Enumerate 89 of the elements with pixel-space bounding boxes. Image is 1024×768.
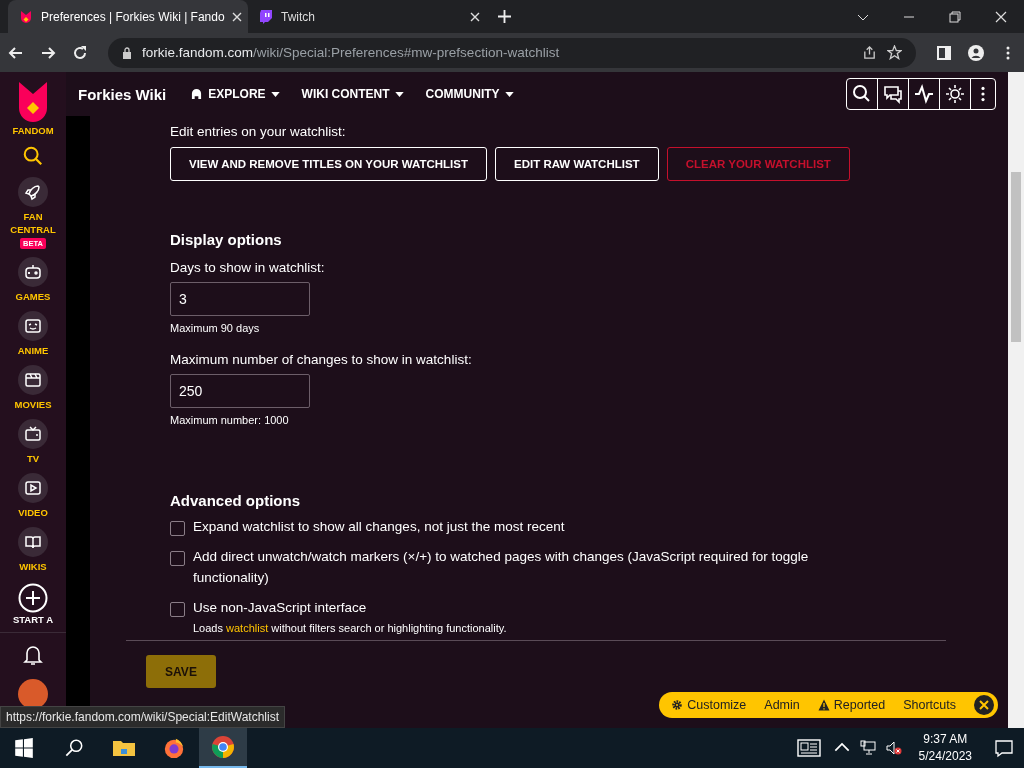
watchlist-button[interactable]: EDIT RAW WATCHLIST [495, 147, 659, 181]
field-label: Maximum number of changes to show in watchlist: [170, 352, 472, 367]
back-arrow-icon[interactable] [8, 44, 24, 61]
nav-menu[interactable]: EXPLORE [190, 87, 280, 101]
clock-time[interactable]: 9:37 AM [923, 731, 968, 748]
watchlist-link[interactable]: watchlist [226, 622, 269, 634]
browser-tab[interactable]: Preferences | Forkies Wiki | Fando [8, 0, 248, 33]
tab-title: Twitch [281, 9, 316, 24]
checkbox[interactable] [170, 521, 185, 536]
nav-menu[interactable]: COMMUNITY [425, 87, 514, 101]
plus-circle-icon[interactable] [18, 583, 48, 613]
toolbar-link[interactable]: Shortcuts [903, 698, 956, 712]
chrome-taskbar-button[interactable] [199, 728, 247, 768]
rocket-icon[interactable] [18, 177, 48, 207]
sidebar-label[interactable]: WIKIS [3, 560, 63, 573]
notification-icon[interactable] [992, 738, 1016, 758]
side-panel-icon[interactable] [936, 44, 952, 61]
network-icon[interactable] [859, 740, 876, 756]
fandom-logo-text[interactable]: FANDOM [3, 124, 63, 137]
book-icon[interactable] [18, 527, 48, 557]
forward-arrow-icon[interactable] [40, 44, 56, 61]
checkbox-label[interactable]: Expand watchlist to show all changes, not just the most recent [193, 516, 565, 537]
close-icon[interactable] [231, 11, 242, 22]
url-text: forkie.fandom.com/wiki/Special:Preferences#mw-prefsection-watchlist [142, 45, 560, 60]
number-input[interactable]: 3 [170, 282, 310, 316]
address-bar[interactable]: forkie.fandom.com/wiki/Special:Preferences#mw-prefsection-watchlist [108, 37, 916, 68]
caret-icon [394, 91, 404, 97]
clapperboard-icon[interactable] [18, 365, 48, 395]
browser-tab[interactable]: Twitch [248, 0, 488, 33]
sidebar-label[interactable]: MOVIES [3, 398, 63, 411]
save-button[interactable]: SAVE [146, 655, 216, 688]
watchlist-button[interactable]: VIEW AND REMOVE TITLES ON YOUR WATCHLIST [170, 147, 487, 181]
tv-icon[interactable] [18, 419, 48, 449]
caret-icon [504, 91, 514, 97]
nav-menu[interactable]: WIKI CONTENT [301, 87, 404, 101]
tab-title: Preferences | Forkies Wiki | Fando [41, 9, 225, 24]
star-icon[interactable] [887, 45, 902, 60]
bell-icon[interactable] [23, 643, 43, 667]
game-controller-icon [190, 88, 204, 100]
checkbox-label[interactable]: Add direct unwatch/watch markers (×/+) to watched pages with changes (JavaScript required for toggle functionality) [193, 546, 830, 588]
sidebar-label[interactable]: TV [3, 452, 63, 465]
sidebar-label[interactable]: START A [3, 613, 63, 626]
close-icon[interactable] [974, 695, 994, 715]
scrollbar[interactable] [1008, 72, 1024, 728]
toolbar-link[interactable]: Admin [764, 698, 800, 712]
speaker-muted-icon[interactable] [885, 740, 902, 756]
play-icon[interactable] [18, 473, 48, 503]
warning-icon [817, 699, 830, 711]
share-icon[interactable] [862, 45, 877, 60]
option-note: Loads watchlist without filters search or highlighting functionality. [193, 622, 507, 634]
close-icon[interactable] [995, 11, 1007, 23]
flame-logo-icon[interactable] [17, 80, 49, 124]
sidebar-label[interactable]: VIDEO [3, 506, 63, 519]
firefox-icon[interactable] [162, 737, 186, 759]
news-icon[interactable] [796, 738, 821, 758]
chrome-icon [211, 735, 235, 759]
close-icon[interactable] [470, 11, 480, 22]
field-label: Days to show in watchlist: [170, 260, 325, 275]
gamepad-icon[interactable] [18, 257, 48, 287]
smiley-face-icon[interactable] [18, 311, 48, 341]
reload-icon[interactable] [72, 44, 88, 61]
section-heading: Display options [170, 231, 282, 248]
chat-bubble-icon [258, 8, 274, 25]
section-heading: Advanced options [170, 492, 300, 509]
toolbar-link[interactable]: Customize [671, 698, 747, 712]
checkbox[interactable] [170, 551, 185, 566]
flame-icon [18, 8, 34, 25]
field-hint: Maximum number: 1000 [170, 414, 289, 426]
search-icon[interactable] [22, 145, 44, 167]
sidebar-label[interactable]: ANIME [3, 344, 63, 357]
restore-icon[interactable] [949, 11, 961, 23]
number-input[interactable]: 250 [170, 374, 310, 408]
toolbar-link[interactable]: Reported [817, 698, 886, 712]
lock-icon [122, 46, 132, 59]
windows-start-icon[interactable] [12, 737, 36, 759]
checkbox-label[interactable]: Use non-JavaScript interface [193, 597, 507, 618]
gear-icon [671, 699, 684, 711]
plus-icon[interactable] [498, 10, 511, 23]
wiki-title[interactable]: Forkies Wiki [78, 85, 167, 103]
field-hint: Maximum 90 days [170, 322, 260, 334]
profile-icon[interactable] [968, 44, 984, 61]
sidebar-label[interactable]: FAN CENTRAL [7, 210, 59, 236]
sidebar-label[interactable]: GAMES [3, 290, 63, 303]
checkbox[interactable] [170, 602, 185, 617]
clock-date[interactable]: 5/24/2023 [918, 748, 972, 765]
caret-icon [270, 91, 280, 97]
avatar-circle[interactable] [18, 679, 48, 709]
status-url: https://forkie.fandom.com/wiki/Special:EditWatchlist [0, 706, 285, 728]
field-label: Edit entries on your watchlist: [170, 124, 346, 139]
